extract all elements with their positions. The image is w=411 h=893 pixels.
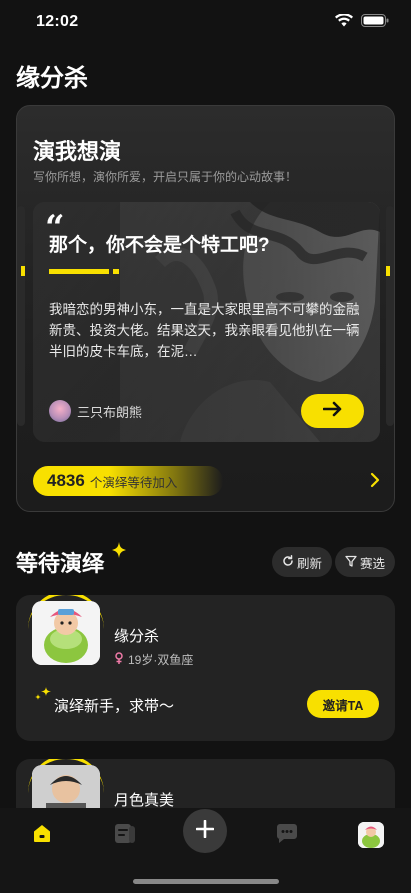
filter-button[interactable]: 赛选 <box>335 547 396 577</box>
status-icons <box>335 13 389 32</box>
user-name: 缘分杀 <box>114 628 160 645</box>
filter-label: 赛选 <box>360 556 386 571</box>
app-title: 缘分杀 <box>16 65 88 92</box>
home-indicator <box>133 879 279 884</box>
story-text: 我暗恋的男神小东，一直是大家眼里高不可攀的金融新贵、投资大佬。结果这天，我亲眼看… <box>49 302 360 359</box>
sparkle-icon <box>34 687 52 706</box>
hero-subtitle: 写你所想，演你所爱，开启只属于你的心动故事！ <box>33 170 298 184</box>
tab-create[interactable] <box>183 809 227 853</box>
waiting-text: 个演绎等待加入 <box>89 475 178 490</box>
scripts-icon <box>112 821 138 850</box>
chat-icon <box>275 822 299 849</box>
tab-home[interactable] <box>27 820 57 850</box>
user-name: 月色真美 <box>114 792 175 809</box>
hero-card: 演我想演 写你所想，演你所爱，开启只属于你的心动故事！ “ 那个，你不会是个特工… <box>16 105 395 512</box>
enter-story-button[interactable] <box>301 394 364 428</box>
story-decoration <box>49 269 109 274</box>
chevron-right-icon[interactable] <box>370 472 380 493</box>
arrow-right-icon <box>322 401 343 422</box>
filter-icon <box>345 555 357 570</box>
refresh-button[interactable]: 刷新 <box>272 547 333 577</box>
story-author[interactable]: 三只布朗熊 <box>49 400 142 422</box>
sparkle-icon <box>112 542 126 563</box>
next-story-peek[interactable] <box>386 206 394 426</box>
waiting-banner[interactable]: 4836 个演绎等待加入 <box>33 466 223 496</box>
status-time: 12:02 <box>36 13 79 30</box>
story-question: 那个，你不会是个特工吧? <box>49 235 270 256</box>
section-title: 等待演绎 <box>16 551 105 576</box>
prev-story-peek[interactable] <box>17 206 25 426</box>
story-card[interactable]: “ 那个，你不会是个特工吧? 我暗恋的男神小东，一直是大家眼里高不可攀的金融新贵… <box>33 202 380 442</box>
home-icon <box>31 822 53 849</box>
status-bar: 12:02 <box>0 0 411 44</box>
avatar[interactable] <box>32 595 100 671</box>
profile-avatar <box>358 822 384 848</box>
user-card[interactable]: 缘分杀 19岁·双鱼座 演绎新手，求带～ 邀请TA <box>16 595 395 741</box>
invite-button[interactable]: 邀请TA <box>307 690 379 718</box>
user-meta: 19岁·双鱼座 <box>114 651 193 668</box>
waiting-count: 4836 <box>47 471 85 490</box>
tab-scripts[interactable] <box>110 820 140 850</box>
tab-messages[interactable] <box>272 820 302 850</box>
author-avatar <box>49 400 71 422</box>
author-name: 三只布朗熊 <box>77 404 143 420</box>
story-decoration-dot <box>113 269 119 274</box>
wifi-icon <box>335 13 353 32</box>
hero-title: 演我想演 <box>33 139 122 164</box>
refresh-label: 刷新 <box>297 556 323 571</box>
female-icon <box>114 652 124 667</box>
plus-icon <box>195 819 215 843</box>
user-bio: 演绎新手，求带～ <box>54 698 175 715</box>
battery-icon <box>361 14 389 32</box>
refresh-icon <box>282 554 294 570</box>
tab-profile[interactable] <box>356 820 386 850</box>
user-age-sign: 19岁·双鱼座 <box>128 653 194 667</box>
